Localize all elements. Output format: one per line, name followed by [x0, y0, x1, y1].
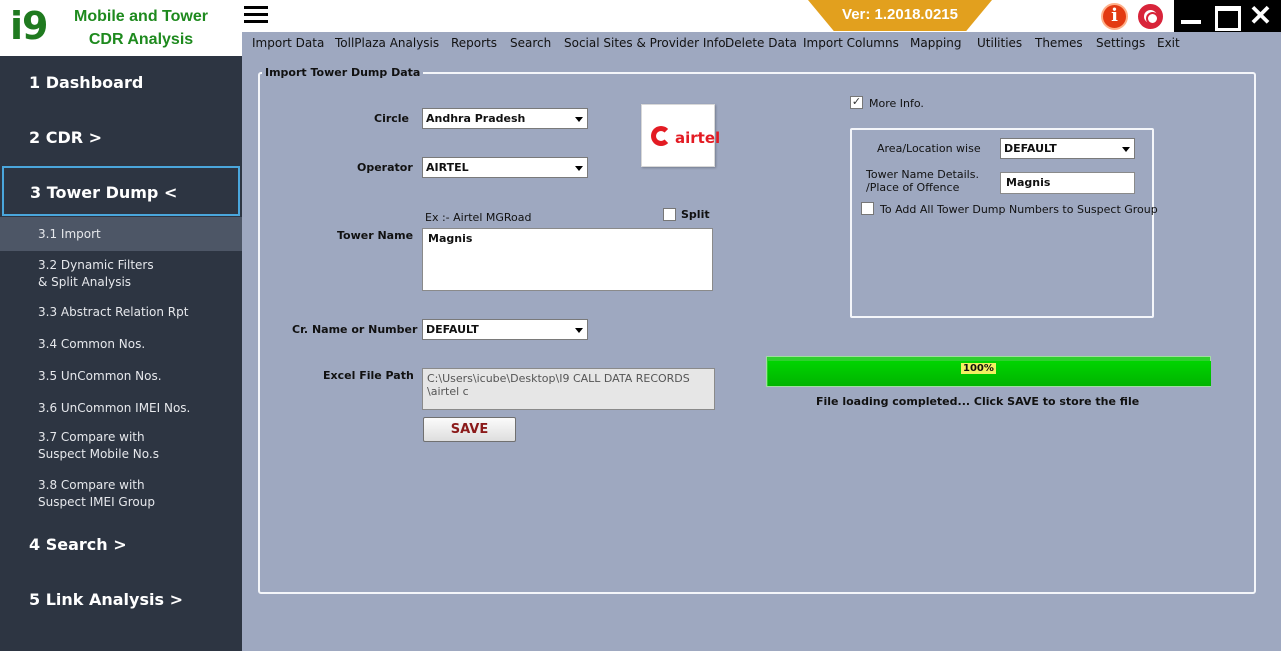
tower-name-hint: Ex :- Airtel MGRoad [425, 211, 532, 224]
excel-path-field[interactable]: C:\Users\icube\Desktop\I9 CALL DATA RECO… [422, 368, 715, 410]
group-title: Import Tower Dump Data [262, 66, 424, 79]
excel-path-label: Excel File Path [323, 369, 414, 382]
menu-utilities[interactable]: Utilities [977, 36, 1022, 50]
chevron-down-icon [575, 328, 583, 333]
lifebuoy-icon[interactable] [1138, 4, 1163, 29]
app-title-line2: CDR Analysis [88, 31, 194, 48]
version-text: Ver: 1.2018.0215 [842, 6, 958, 23]
info-icon[interactable]: i [1101, 3, 1128, 30]
save-button[interactable]: SAVE [423, 417, 516, 442]
menu-exit[interactable]: Exit [1157, 36, 1180, 50]
operator-logo: airtel [641, 104, 720, 167]
sidebar-subitem-abstract-relation[interactable]: 3.3 Abstract Relation Rpt [0, 304, 242, 321]
menu-social-sites[interactable]: Social Sites & Provider Info [564, 36, 726, 50]
split-label: Split [681, 208, 710, 221]
sidebar-item-dashboard[interactable]: 1 Dashboard [0, 58, 242, 108]
more-info-label: More Info. [869, 97, 924, 110]
sidebar-subitem-compare-imei[interactable]: 3.8 Compare with Suspect IMEI Group [0, 477, 242, 511]
tower-details-label-line1: Tower Name Details. [866, 168, 979, 181]
menu-tollplaza-analysis[interactable]: TollPlaza Analysis [335, 36, 439, 50]
sidebar-item-tower-dump[interactable]: 3 Tower Dump < [2, 166, 240, 216]
sidebar-subitem-uncommon-imei[interactable]: 3.6 UnCommon IMEI Nos. [0, 400, 242, 417]
menu-import-data[interactable]: Import Data [252, 36, 324, 50]
menu-search[interactable]: Search [510, 36, 551, 50]
menu-mapping[interactable]: Mapping [910, 36, 962, 50]
tower-name-textarea[interactable]: Magnis [422, 228, 713, 291]
circle-select-value: Andhra Pradesh [426, 112, 526, 125]
cr-name-select-value: DEFAULT [426, 323, 479, 336]
sidebar-item-search[interactable]: 4 Search > [0, 520, 242, 570]
menu-bar: Import Data TollPlaza Analysis Reports S… [242, 32, 1281, 56]
menu-import-columns[interactable]: Import Columns [803, 36, 899, 50]
area-location-select[interactable]: DEFAULT [1000, 138, 1135, 159]
more-info-checkbox[interactable]: ✓ [850, 96, 863, 109]
chevron-down-icon [575, 117, 583, 122]
menu-delete-data[interactable]: Delete Data [725, 36, 797, 50]
operator-logo-text: airtel [675, 129, 721, 147]
cr-name-label: Cr. Name or Number [292, 323, 418, 336]
sidebar-subitem-compare-mobile[interactable]: 3.7 Compare with Suspect Mobile No.s [0, 429, 242, 463]
app-logo: i9 [10, 4, 48, 48]
operator-select-value: AIRTEL [426, 161, 469, 174]
close-icon[interactable]: ✕ [1244, 0, 1277, 32]
sidebar-subitem-uncommon-nos[interactable]: 3.5 UnCommon Nos. [0, 368, 242, 385]
add-suspect-checkbox[interactable] [861, 202, 874, 215]
sidebar-item-cdr[interactable]: 2 CDR > [0, 113, 242, 163]
sidebar-subitem-dynamic-filters[interactable]: 3.2 Dynamic Filters & Split Analysis [0, 257, 242, 291]
sidebar-subitem-import[interactable]: 3.1 Import [0, 217, 242, 251]
tower-details-label-line2: /Place of Offence [866, 181, 960, 194]
circle-label: Circle [374, 112, 410, 125]
cr-name-select[interactable]: DEFAULT [422, 319, 588, 340]
split-checkbox[interactable] [663, 208, 676, 221]
sidebar-item-link-analysis[interactable]: 5 Link Analysis > [0, 575, 242, 625]
tower-details-input[interactable]: Magnis [1000, 172, 1135, 194]
menu-reports[interactable]: Reports [451, 36, 497, 50]
sidebar-subitem-common-nos[interactable]: 3.4 Common Nos. [0, 336, 242, 353]
area-location-label: Area/Location wise [877, 142, 981, 155]
hamburger-icon[interactable] [244, 6, 268, 24]
app-logo-area: i9 Mobile and Tower CDR Analysis [0, 0, 242, 56]
chevron-down-icon [1122, 147, 1130, 152]
progress-label: 100% [961, 363, 996, 374]
window-controls: ✕ [1174, 0, 1281, 32]
add-suspect-label: To Add All Tower Dump Numbers to Suspect… [880, 203, 1158, 216]
status-text: File loading completed... Click SAVE to … [816, 395, 1140, 408]
menu-settings[interactable]: Settings [1096, 36, 1145, 50]
area-location-select-value: DEFAULT [1004, 142, 1057, 155]
minimize-icon[interactable] [1174, 0, 1207, 32]
airtel-swirl-icon [651, 126, 671, 146]
menu-themes[interactable]: Themes [1035, 36, 1083, 50]
tower-name-label: Tower Name [337, 229, 414, 242]
maximize-icon[interactable] [1209, 0, 1242, 32]
operator-select[interactable]: AIRTEL [422, 157, 588, 178]
circle-select[interactable]: Andhra Pradesh [422, 108, 588, 129]
chevron-down-icon [575, 166, 583, 171]
operator-label: Operator [357, 161, 413, 174]
sidebar: 1 Dashboard 2 CDR > 3 Tower Dump < 3.1 I… [0, 56, 242, 651]
app-title-line1: Mobile and Tower [74, 8, 208, 25]
